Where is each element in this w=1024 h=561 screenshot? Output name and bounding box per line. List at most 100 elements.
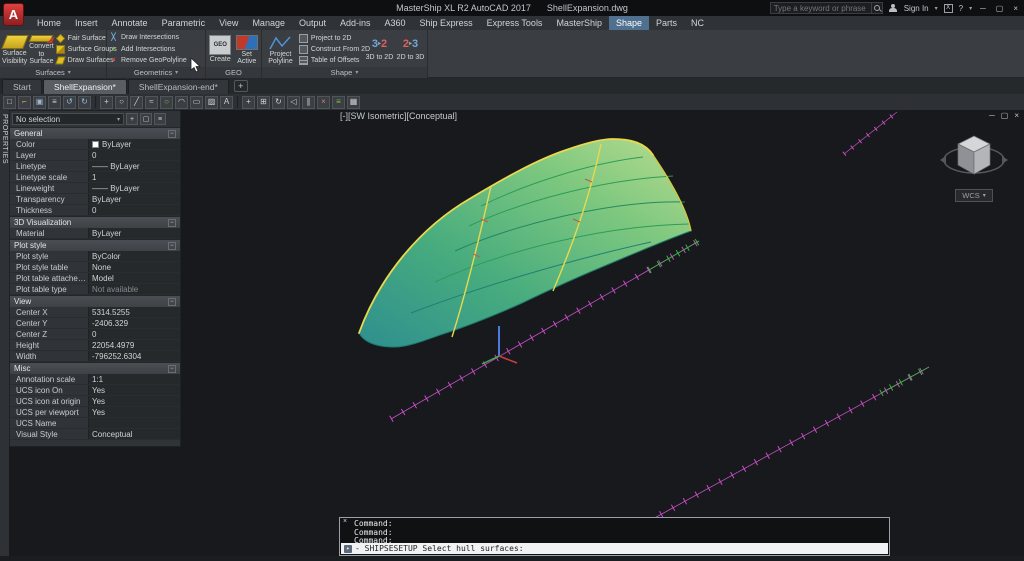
properties-section-header[interactable]: 3D Visualization −	[10, 216, 180, 228]
toolbar-icon-layers[interactable]: ≡	[332, 95, 345, 109]
file-tab[interactable]: ShellExpansion*	[42, 79, 127, 94]
select-objects-button[interactable]: ▢	[140, 113, 152, 125]
property-value[interactable]: —— ByLayer	[88, 161, 180, 171]
collapse-icon[interactable]: −	[168, 129, 176, 138]
tab-add-ins[interactable]: Add-ins	[333, 16, 378, 30]
chevron-down-icon[interactable]: ▾	[935, 5, 938, 12]
tab-shape[interactable]: Shape	[608, 16, 649, 30]
toolbar-icon-zoom[interactable]: ○	[115, 95, 128, 109]
tab-annotate[interactable]: Annotate	[105, 16, 155, 30]
panel-footer-shape[interactable]: Shape ▾	[262, 67, 427, 78]
hull-surface[interactable]	[358, 138, 692, 348]
property-value[interactable]: Yes	[88, 396, 180, 406]
minimize-button[interactable]: ─	[978, 4, 988, 13]
tab-mastership[interactable]: MasterShip	[549, 16, 609, 30]
property-value[interactable]: Conceptual	[88, 429, 180, 439]
project-polyline-button[interactable]: Project Polyline	[264, 32, 297, 66]
property-value[interactable]: 5314.5255	[88, 307, 180, 317]
remove-geopolyline-button[interactable]: × Remove GeoPolyline	[109, 55, 203, 66]
properties-section-header[interactable]: Plot style −	[10, 239, 180, 251]
toolbar-icon-polyline[interactable]: ≈	[145, 95, 158, 109]
palette-anchor-bar[interactable]: PROPERTIES	[0, 110, 9, 556]
search-icon[interactable]	[870, 2, 882, 14]
collapse-icon[interactable]: −	[168, 297, 176, 306]
toolbar-icon-qnew[interactable]: □	[3, 95, 16, 109]
toolbar-icon-text[interactable]: A	[220, 95, 233, 109]
toolbar-icon-mirror[interactable]: ◁	[287, 95, 300, 109]
doc-minimize-button[interactable]: ─	[989, 111, 995, 120]
2d-to-3d-button[interactable]: 2 ▸ 3 2D to 3D	[396, 32, 425, 66]
ucs-selector-button[interactable]: WCS ▾	[955, 189, 993, 202]
panel-footer-surfaces[interactable]: Surfaces ▾	[0, 67, 106, 78]
app-menu-button[interactable]: A	[3, 3, 24, 26]
construction-line-corner[interactable]	[842, 110, 899, 156]
drawing-canvas[interactable]	[181, 110, 1024, 556]
property-value[interactable]: 0	[88, 329, 180, 339]
toggle-pickadd-button[interactable]: +	[126, 113, 138, 125]
property-value[interactable]: 1	[88, 172, 180, 182]
property-value[interactable]: Yes	[88, 385, 180, 395]
property-value[interactable]: ByLayer	[88, 139, 180, 149]
doc-restore-button[interactable]: ▢	[1001, 111, 1009, 120]
new-drawing-tab-button[interactable]: +	[233, 80, 248, 92]
property-value[interactable]: ByLayer	[88, 194, 180, 204]
property-value[interactable]: ByLayer	[88, 228, 180, 238]
help-icon[interactable]: ?	[959, 4, 963, 13]
command-window[interactable]: × Command: Command: Command: ▸ - SHIPSESET…	[339, 517, 890, 556]
tab-nc[interactable]: NC	[684, 16, 711, 30]
tab-insert[interactable]: Insert	[68, 16, 105, 30]
draw-intersections-button[interactable]: ╳ Draw Intersections	[109, 32, 203, 43]
geo-create-button[interactable]: GEO Create	[208, 32, 233, 66]
quick-select-button[interactable]: ≡	[154, 113, 166, 125]
keyword-search-input[interactable]	[770, 3, 871, 13]
toolbar-icon-circle[interactable]: ○	[160, 95, 173, 109]
maximize-button[interactable]: ▢	[994, 4, 1006, 13]
tab-express-tools[interactable]: Express Tools	[480, 16, 550, 30]
properties-section-header[interactable]: Misc −	[10, 362, 180, 374]
panel-footer-geo[interactable]: GEO	[206, 67, 261, 78]
toolbar-icon-pan[interactable]: +	[100, 95, 113, 109]
collapse-icon[interactable]: −	[168, 364, 176, 373]
tab-output[interactable]: Output	[292, 16, 333, 30]
property-value[interactable]	[88, 418, 180, 428]
toolbar-icon-redo[interactable]: ↻	[78, 95, 91, 109]
property-value[interactable]: 1:1	[88, 374, 180, 384]
toolbar-icon-arc[interactable]: ◠	[175, 95, 188, 109]
tab-view[interactable]: View	[212, 16, 245, 30]
collapse-icon[interactable]: −	[168, 241, 176, 250]
toolbar-icon-move[interactable]: +	[242, 95, 255, 109]
exchange-apps-icon[interactable]: X	[943, 3, 953, 13]
collapse-icon[interactable]: −	[168, 218, 176, 227]
sign-in-button[interactable]: Sign In	[904, 4, 929, 13]
file-tab[interactable]: ShellExpansion-end*	[127, 79, 229, 94]
viewport-controls-label[interactable]: [-][SW Isometric][Conceptual]	[340, 111, 457, 121]
convert-to-surface-button[interactable]: Convert to Surface	[29, 32, 54, 66]
tab-parametric[interactable]: Parametric	[155, 16, 213, 30]
tab-ship-express[interactable]: Ship Express	[413, 16, 480, 30]
viewcube-icon[interactable]	[938, 130, 1010, 186]
viewcube[interactable]: WCS ▾	[938, 130, 1010, 222]
close-icon[interactable]: ×	[343, 518, 347, 525]
tab-a360[interactable]: A360	[378, 16, 413, 30]
property-value[interactable]: ByColor	[88, 251, 180, 261]
construction-line-lower[interactable]	[647, 363, 931, 525]
table-of-offsets-button[interactable]: Table of Offsets	[298, 56, 363, 66]
toolbar-icon-offset[interactable]: ∥	[302, 95, 315, 109]
toolbar-icon-open[interactable]: ⌐	[18, 95, 31, 109]
property-value[interactable]: None	[88, 262, 180, 272]
toolbar-icon-erase[interactable]: ×	[317, 95, 330, 109]
surface-visibility-button[interactable]: Surface Visibility	[0, 32, 29, 66]
property-value[interactable]: 22054.4979	[88, 340, 180, 350]
toolbar-icon-rotate[interactable]: ↻	[272, 95, 285, 109]
project-to-2d-button[interactable]: Project to 2D	[298, 33, 363, 43]
property-value[interactable]: Yes	[88, 407, 180, 417]
property-value[interactable]: 0	[88, 150, 180, 160]
toolbar-icon-properties[interactable]: ▦	[347, 95, 360, 109]
tab-home[interactable]: Home	[30, 16, 68, 30]
property-value[interactable]: Model	[88, 273, 180, 283]
selection-dropdown[interactable]: No selection ▾	[12, 113, 124, 125]
toolbar-icon-rectangle[interactable]: ▭	[190, 95, 203, 109]
property-value[interactable]: -2406.329	[88, 318, 180, 328]
doc-close-button[interactable]: ×	[1014, 111, 1019, 120]
toolbar-icon-hatch[interactable]: ▨	[205, 95, 218, 109]
